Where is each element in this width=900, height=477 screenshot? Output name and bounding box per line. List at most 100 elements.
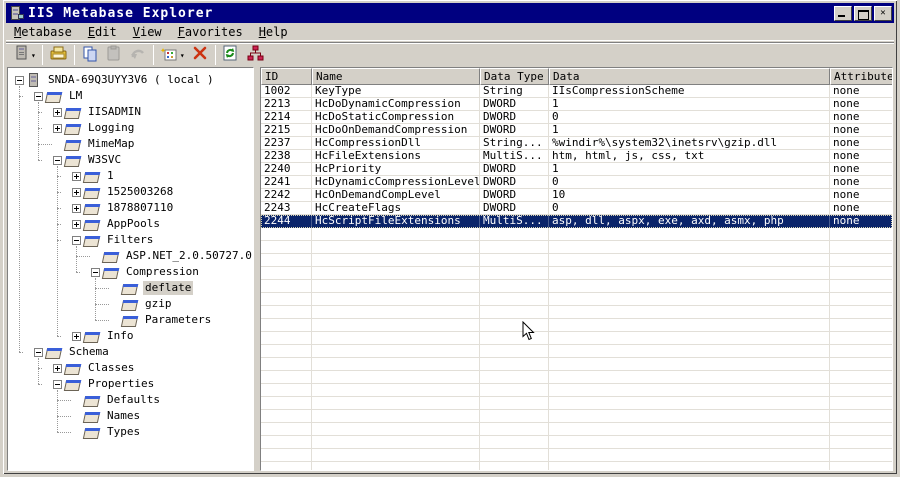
expand-icon[interactable] (72, 187, 81, 197)
tree-node-deflate[interactable]: deflate (110, 280, 194, 296)
new-key-button[interactable]: ✦ ▾ (158, 44, 187, 66)
tree-node-label[interactable]: Defaults (105, 393, 162, 407)
tree-node-snda-69q3uyy3v6-local-[interactable]: SNDA-69Q3UYY3V6 ( local ) (15, 72, 216, 88)
tree-node-label[interactable]: deflate (143, 281, 194, 295)
tree-node-names[interactable]: Names (72, 408, 142, 424)
tree-node-classes[interactable]: Classes (53, 360, 136, 376)
tree-node-label[interactable]: Classes (86, 361, 136, 375)
tree-node-label[interactable]: 1 (105, 169, 116, 183)
table-row-2213[interactable]: 2213 HcDoDynamicCompression DWORD 1 none (261, 98, 892, 111)
tree-node-filters[interactable]: Filters (72, 232, 155, 248)
collapse-icon[interactable] (34, 91, 43, 101)
refresh-button[interactable] (220, 44, 242, 66)
expand-icon[interactable] (72, 171, 81, 181)
expand-icon[interactable] (53, 363, 62, 373)
menu-item-favorites[interactable]: Favorites (170, 24, 251, 40)
expand-icon[interactable] (53, 123, 62, 133)
tree-node-compression[interactable]: Compression (91, 264, 201, 280)
tree-node-label[interactable]: SNDA-69Q3UYY3V6 ( local ) (46, 73, 216, 87)
tree-node-label[interactable]: Properties (86, 377, 156, 391)
minimize-button[interactable] (834, 5, 852, 21)
column-header-data-type[interactable]: Data Type (480, 68, 549, 85)
metabase-tree[interactable]: SNDA-69Q3UYY3V6 ( local ) LM IISADMIN Loggi… (7, 67, 254, 471)
maximize-button[interactable] (854, 5, 872, 21)
column-header-data[interactable]: Data (549, 68, 830, 85)
tree-node-mimemap[interactable]: MimeMap (53, 136, 136, 152)
tree-node-label[interactable]: Compression (124, 265, 201, 279)
hierarchy-button[interactable] (244, 44, 266, 66)
tree-node-w3svc[interactable]: W3SVC (53, 152, 123, 168)
tree-node-logging[interactable]: Logging (53, 120, 136, 136)
collapse-icon[interactable] (53, 155, 62, 165)
table-row-2244[interactable]: 2244 HcScriptFileExtensions MultiS... asp, … (261, 215, 892, 228)
menu-item-help[interactable]: Help (251, 24, 296, 40)
menu-item-metabase[interactable]: Metabase (6, 24, 80, 40)
tree-node-schema[interactable]: Schema (34, 344, 111, 360)
tree-node-label[interactable]: Schema (67, 345, 111, 359)
column-header-name[interactable]: Name (312, 68, 480, 85)
tree-node-types[interactable]: Types (72, 424, 142, 440)
tree-node-asp-net-2-0-50727-0[interactable]: ASP.NET_2.0.50727.0 (91, 248, 253, 264)
dropdown-arrow-icon[interactable]: ▾ (180, 51, 185, 60)
collapse-icon[interactable] (91, 267, 100, 277)
table-row-2242[interactable]: 2242 HcOnDemandCompLevel DWORD 10 none (261, 189, 892, 202)
title-bar[interactable]: IIS Metabase Explorer (6, 3, 894, 23)
cell-data: htm, html, js, css, txt (549, 150, 830, 163)
dropdown-arrow-icon[interactable]: ▾ (31, 51, 36, 60)
collapse-icon[interactable] (34, 347, 43, 357)
tree-node-label[interactable]: AppPools (105, 217, 162, 231)
table-row-2243[interactable]: 2243 HcCreateFlags DWORD 0 none (261, 202, 892, 215)
tree-node-1[interactable]: 1 (72, 168, 116, 184)
collapse-icon[interactable] (53, 379, 62, 389)
tree-node-gzip[interactable]: gzip (110, 296, 174, 312)
tree-node-label[interactable]: Types (105, 425, 142, 439)
tree-node-1525003268[interactable]: 1525003268 (72, 184, 175, 200)
close-button[interactable] (874, 5, 892, 21)
expand-icon[interactable] (53, 107, 62, 117)
tree-node-label[interactable]: Filters (105, 233, 155, 247)
column-header-id[interactable]: ID (261, 68, 312, 85)
cell-data-type: MultiS... (480, 215, 549, 228)
tree-node-lm[interactable]: LM (34, 88, 84, 104)
expand-icon[interactable] (72, 331, 81, 341)
tree-node-label[interactable]: ASP.NET_2.0.50727.0 (124, 249, 253, 263)
tree-node-label[interactable]: Parameters (143, 313, 213, 327)
cell-id (261, 319, 312, 332)
column-header-attributes[interactable]: Attributes (830, 68, 892, 85)
tree-node-label[interactable]: gzip (143, 297, 174, 311)
tree-node-label[interactable]: Logging (86, 121, 136, 135)
table-row-1002[interactable]: 1002 KeyType String IIsCompressionScheme non… (261, 85, 892, 98)
tree-node-label[interactable]: LM (67, 89, 84, 103)
connect-server-button[interactable]: ▾ (10, 44, 38, 66)
tree-node-label[interactable]: 1878807110 (105, 201, 175, 215)
table-row-2214[interactable]: 2214 HcDoStaticCompression DWORD 0 none (261, 111, 892, 124)
tree-node-1878807110[interactable]: 1878807110 (72, 200, 175, 216)
collapse-icon[interactable] (15, 75, 24, 85)
tree-node-label[interactable]: 1525003268 (105, 185, 175, 199)
save-button[interactable] (47, 44, 70, 66)
tree-node-label[interactable]: MimeMap (86, 137, 136, 151)
tree-node-label[interactable]: Info (105, 329, 136, 343)
tree-node-label[interactable]: IISADMIN (86, 105, 143, 119)
menu-item-edit[interactable]: Edit (80, 24, 125, 40)
table-row-2238[interactable]: 2238 HcFileExtensions MultiS... htm, html, … (261, 150, 892, 163)
tree-node-apppools[interactable]: AppPools (72, 216, 162, 232)
table-row-2237[interactable]: 2237 HcCompressionDll String... %windir%\sy… (261, 137, 892, 150)
expand-icon[interactable] (72, 203, 81, 213)
tree-node-label[interactable]: W3SVC (86, 153, 123, 167)
menu-item-view[interactable]: View (125, 24, 170, 40)
tree-node-properties[interactable]: Properties (53, 376, 156, 392)
collapse-icon[interactable] (72, 235, 81, 245)
tree-node-defaults[interactable]: Defaults (72, 392, 162, 408)
properties-table[interactable]: IDNameData TypeDataAttributes1002KeyType… (260, 67, 893, 471)
table-row-2215[interactable]: 2215 HcDoOnDemandCompression DWORD 1 none (261, 124, 892, 137)
expand-icon[interactable] (72, 219, 81, 229)
tree-node-label[interactable]: Names (105, 409, 142, 423)
copy-button[interactable] (79, 44, 101, 66)
delete-button[interactable] (189, 44, 211, 66)
tree-node-info[interactable]: Info (72, 328, 136, 344)
tree-node-parameters[interactable]: Parameters (110, 312, 213, 328)
tree-node-iisadmin[interactable]: IISADMIN (53, 104, 143, 120)
table-row-2241[interactable]: 2241 HcDynamicCompressionLevel DWORD 0 none (261, 176, 892, 189)
table-row-2240[interactable]: 2240 HcPriority DWORD 1 none (261, 163, 892, 176)
